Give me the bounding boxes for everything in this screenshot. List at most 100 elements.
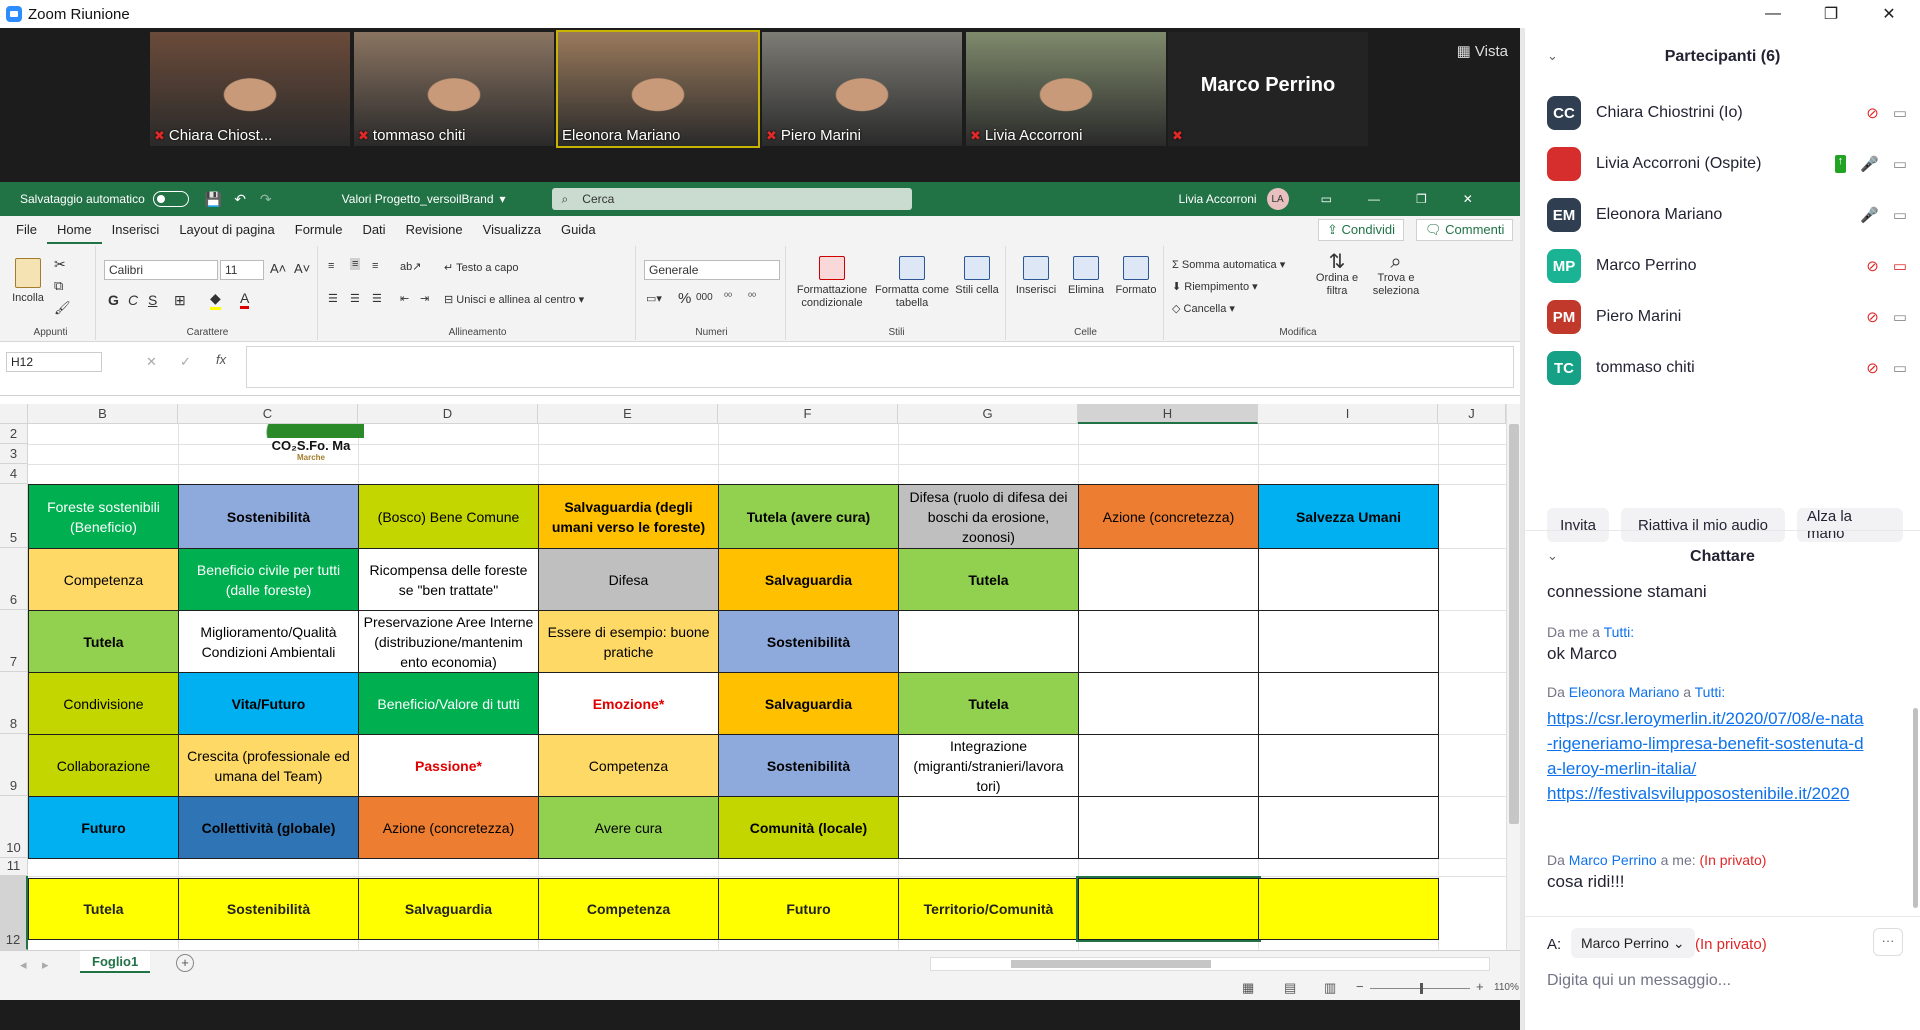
percent-icon[interactable]: % [678,290,691,307]
fill-button[interactable]: ⬇ Riempimento ▾ [1172,280,1258,293]
currency-icon[interactable]: ▭▾ [646,292,662,305]
decrease-font-icon[interactable]: A˅ [294,261,310,276]
chat-link[interactable]: https://csr.leroymerlin.it/2020/07/08/e-… [1547,709,1864,778]
ribbon-display-icon[interactable]: ▭ [1321,192,1332,206]
column-header[interactable]: G [898,404,1078,424]
column-header[interactable]: D [358,404,538,424]
table-cell[interactable]: Passione* [358,734,539,797]
summary-cell[interactable]: Sostenibilità [178,878,359,940]
horizontal-scroll-thumb[interactable] [1011,960,1211,968]
format-painter-icon[interactable]: 🖌 [54,300,71,316]
page-layout-icon[interactable]: ▤ [1284,980,1296,996]
table-cell[interactable]: Preservazione Aree Interne (distribuzion… [358,610,539,673]
more-options-icon[interactable]: ··· [1873,928,1903,956]
chat-scrollbar[interactable] [1913,708,1918,908]
row-header[interactable]: 7 [0,610,28,672]
participant-row[interactable]: CC Chiara Chiostrini (Io) ⊘ ▭ [1547,96,1907,130]
raise-hand-button[interactable]: Alza la mano [1797,508,1903,542]
increase-decimal-icon[interactable]: ⁰⁰ [724,292,732,303]
page-break-icon[interactable]: ▥ [1324,980,1336,996]
column-header[interactable]: E [538,404,718,424]
insert-cells-button[interactable]: Inserisci [1012,256,1060,297]
video-tile[interactable]: Eleonora Mariano [556,30,760,148]
vertical-scrollbar[interactable] [1506,404,1520,950]
table-cell[interactable]: Salvaguardia (degli umani verso le fores… [538,484,719,549]
table-cell[interactable] [1078,672,1259,735]
video-tile[interactable]: ✖ Piero Marini [762,32,962,146]
tab-home[interactable]: Home [46,216,102,244]
table-cell[interactable]: Difesa (ruolo di difesa dei boschi da er… [898,484,1079,549]
add-sheet-icon[interactable]: + [176,954,194,972]
row-header[interactable]: 6 [0,548,28,610]
participant-row[interactable]: EM Eleonora Mariano 🎤 ▭ [1547,198,1907,232]
participant-row[interactable]: Livia Accorroni (Ospite) ↑ 🎤 ▭ [1547,147,1907,181]
table-cell[interactable]: Crescita (professionale ed umana del Tea… [178,734,359,797]
decrease-decimal-icon[interactable]: ⁰⁰ [748,292,756,303]
bold-icon[interactable]: G [108,292,119,308]
align-middle-icon[interactable]: ≡ [350,258,361,270]
table-cell[interactable]: Beneficio civile per tutti (dalle forest… [178,548,359,611]
delete-cells-button[interactable]: Elimina [1062,256,1110,297]
table-cell[interactable] [898,796,1079,859]
minimize-button[interactable]: — [1750,0,1796,28]
excel-restore-icon[interactable]: ❐ [1416,192,1427,206]
cut-icon[interactable]: ✂ [54,256,66,273]
formula-input[interactable] [246,346,1514,388]
table-cell[interactable]: Tutela [898,548,1079,611]
wrap-text-button[interactable]: ↵ Testo a capo [444,261,518,274]
table-cell[interactable]: Salvaguardia [718,548,899,611]
table-cell[interactable]: Beneficio/Valore di tutti [358,672,539,735]
clear-button[interactable]: ◇ Cancella ▾ [1172,302,1235,315]
borders-icon[interactable]: ⊞ [174,292,186,309]
tab-layout-di-pagina[interactable]: Layout di pagina [169,216,284,244]
summary-cell[interactable]: Salvaguardia [358,878,539,940]
table-cell[interactable]: Tutela (avere cura) [718,484,899,549]
orientation-icon[interactable]: ab↗ [400,260,421,273]
video-tile-speaker[interactable]: Marco Perrino ✖ [1168,32,1368,146]
column-header[interactable]: H [1078,404,1258,424]
zoom-out-icon[interactable]: − [1356,979,1364,994]
video-tile[interactable]: ✖ Chiara Chiost... [150,32,350,146]
participant-row[interactable]: PM Piero Marini ⊘ ▭ [1547,300,1907,334]
participant-row[interactable]: MP Marco Perrino ⊘ ▭ [1547,249,1907,283]
tab-visualizza[interactable]: Visualizza [473,216,551,244]
fill-color-icon[interactable]: ◆ [210,290,221,310]
cancel-formula-icon[interactable]: ✕ [146,354,157,370]
chat-sender[interactable]: Marco Perrino [1569,852,1657,868]
table-cell[interactable]: Tutela [898,672,1079,735]
align-top-icon[interactable]: ≡ [328,260,334,272]
autosave-toggle[interactable] [152,191,189,207]
row-header[interactable]: 11 [0,858,28,876]
format-cells-button[interactable]: Formato [1112,256,1160,297]
copy-icon[interactable]: ⧉ [54,278,63,294]
summary-cell[interactable]: Futuro [718,878,899,940]
spreadsheet-grid[interactable]: BCDEFGHIJ 2 3 4 5 6 7 8 9 10 11 12 CO₂S.Fo. Ma Mar… [0,404,1506,950]
find-select-button[interactable]: ⌕ Trova e seleziona [1366,252,1426,298]
table-cell[interactable]: Futuro [28,796,179,859]
function-icon[interactable]: fx [216,352,226,367]
table-cell[interactable]: Avere cura [538,796,719,859]
table-cell[interactable]: Sostenibilità [178,484,359,549]
table-cell[interactable]: Comunità (locale) [718,796,899,859]
unmute-button[interactable]: Riattiva il mio audio [1621,508,1785,542]
row-header[interactable]: 2 [0,424,28,444]
table-cell[interactable]: Salvaguardia [718,672,899,735]
table-cell[interactable]: Essere di esempio: buone pratiche [538,610,719,673]
table-cell[interactable]: Emozione* [538,672,719,735]
tab-file[interactable]: File [6,216,47,244]
number-format-select[interactable]: Generale [644,260,780,280]
table-cell[interactable] [1078,796,1259,859]
file-name[interactable]: Valori Progetto_versoilBrand [342,192,494,206]
table-cell[interactable]: (Bosco) Bene Comune [358,484,539,549]
table-cell[interactable]: Competenza [538,734,719,797]
table-cell[interactable]: Integrazione (migranti/stranieri/lavora … [898,734,1079,797]
excel-minimize-icon[interactable]: — [1368,192,1380,206]
view-button[interactable]: ▦ Vista [1457,42,1508,60]
horizontal-scrollbar[interactable] [930,957,1490,971]
table-cell[interactable]: Collaborazione [28,734,179,797]
cell-styles-button[interactable]: Stili cella [952,256,1002,297]
select-all-corner[interactable] [0,404,28,424]
table-cell[interactable]: Difesa [538,548,719,611]
sort-filter-button[interactable]: ⇅ Ordina e filtra [1312,252,1362,298]
excel-close-icon[interactable]: ✕ [1463,192,1473,206]
